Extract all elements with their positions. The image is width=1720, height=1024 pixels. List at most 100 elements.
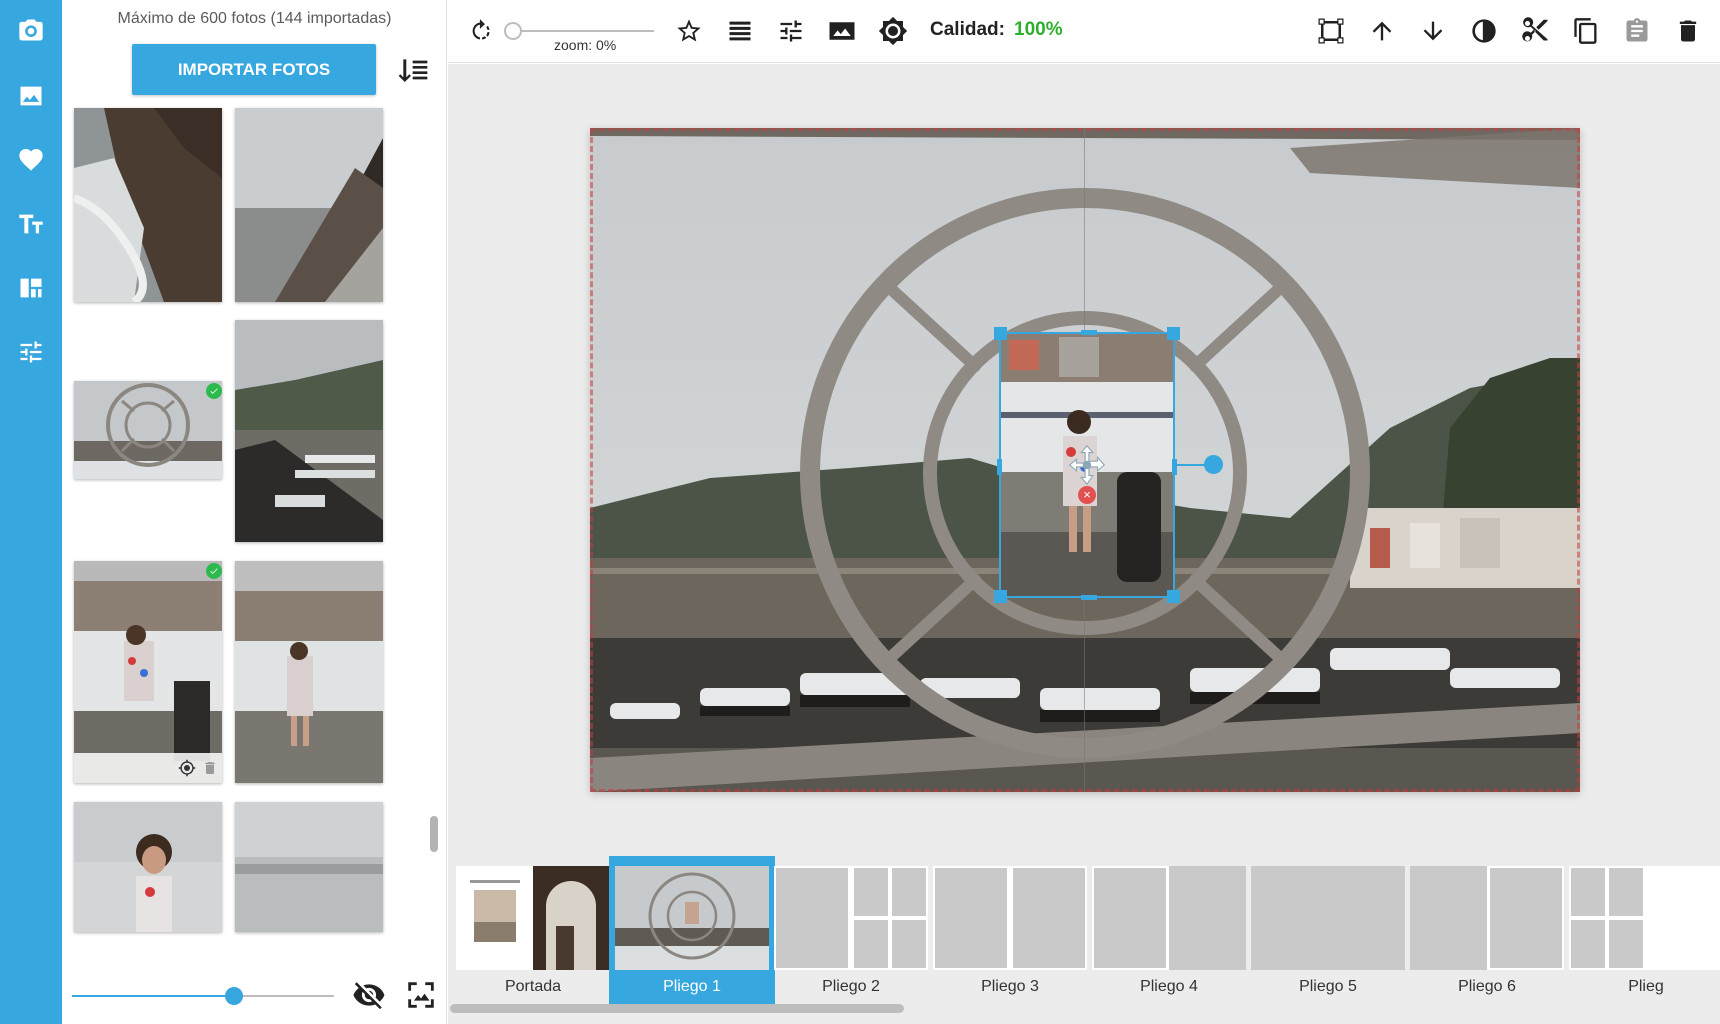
import-photos-button[interactable]: IMPORTAR FOTOS [132,44,376,95]
frame-icon [1318,18,1344,44]
canvas-workspace: × [448,64,1720,854]
rail-layouts-button[interactable] [0,258,62,318]
brightness-icon [878,16,908,46]
image-icon [829,22,855,40]
page-thumb-cover[interactable]: Portada [450,856,616,1004]
page-thumb-spread-5[interactable]: Pliego 5 [1245,856,1411,1004]
photo-thumbnail[interactable] [74,108,222,302]
page-preview [456,866,610,970]
page-label: Pliego 6 [1458,978,1516,995]
move-icon[interactable] [1064,442,1110,488]
star-outline-icon [677,19,701,42]
eye-off-icon[interactable] [352,978,386,1012]
trash-icon[interactable] [202,759,218,777]
rail-photos-button[interactable] [0,0,62,60]
copy-button[interactable] [1569,14,1603,48]
photo-thumbnail[interactable] [235,802,383,932]
copy-icon [1574,18,1597,44]
resize-handle-top[interactable] [1081,330,1097,335]
bring-forward-button[interactable] [1365,14,1399,48]
quality-value: 100% [1014,19,1063,40]
sliders-icon [780,20,802,42]
photo-thumbnail[interactable] [74,381,222,479]
rail-text-button[interactable] [0,194,62,254]
page-thumb-spread-3[interactable]: Pliego 3 [927,856,1093,1004]
page-label: Plieg [1628,978,1664,995]
used-check-icon [206,563,222,579]
rail-adjust-button[interactable] [0,322,62,382]
page-filmstrip: Portada Pliego 1 Pliego 2 Pliego 3 Plieg… [448,854,1720,1024]
page-label: Pliego 3 [981,978,1039,995]
page-thumb-spread-1[interactable]: Pliego 1 [609,856,775,1004]
brightness-button[interactable] [876,14,910,48]
remove-photo-badge[interactable]: × [1078,486,1096,504]
resize-handle-bottom-left[interactable] [994,590,1007,603]
photo-grid [62,106,432,960]
photo-thumbnail[interactable] [74,802,222,932]
slider-knob[interactable] [225,987,243,1005]
adjust-icon [20,341,42,363]
page-preview [615,866,769,970]
rotate-button[interactable] [464,14,498,48]
contrast-icon [1472,19,1496,43]
resize-handle-bottom[interactable] [1081,595,1097,600]
scissors-icon [1522,17,1548,42]
delete-button[interactable] [1671,14,1705,48]
align-button[interactable] [723,14,757,48]
background-button[interactable] [825,14,859,48]
resize-handle-left[interactable] [997,459,1002,475]
filters-button[interactable] [774,14,808,48]
page-label: Pliego 2 [822,978,880,995]
rail-backgrounds-button[interactable] [0,66,62,126]
page-label: Pliego 5 [1299,978,1357,995]
fit-frame-button[interactable] [1314,14,1348,48]
rotation-handle[interactable] [1204,455,1223,474]
image-icon [20,86,42,106]
resize-handle-bottom-right[interactable] [1167,590,1180,603]
slider-fill [72,995,234,997]
page-preview [1410,866,1564,970]
rail-favorites-button[interactable] [0,130,62,190]
camera-icon [19,19,43,41]
send-backward-button[interactable] [1416,14,1450,48]
page-thumb-spread-7[interactable]: Plieg [1563,856,1720,1004]
photo-thumbnail[interactable] [235,108,383,302]
favorite-button[interactable] [672,14,706,48]
sort-icon[interactable] [398,54,430,86]
paste-button[interactable] [1620,14,1654,48]
page-preview [1092,866,1246,970]
page-thumb-spread-4[interactable]: Pliego 4 [1086,856,1252,1004]
slider-track [504,30,654,32]
photo-thumbnail[interactable] [235,561,383,783]
page-thumb-spread-2[interactable]: Pliego 2 [768,856,934,1004]
scrollbar-thumb[interactable] [430,816,438,852]
locate-icon[interactable] [178,759,196,777]
filmstrip-scrollbar[interactable] [450,1004,904,1013]
rotate-icon [472,19,490,40]
layout-icon [20,278,42,298]
photo-grid-scrollbar[interactable] [427,106,439,960]
spread-canvas[interactable]: × [590,128,1580,792]
arrow-down-icon [1423,21,1443,41]
heart-icon [19,149,43,171]
photo-thumbnail[interactable] [235,320,383,542]
thumbnail-tools [74,753,222,783]
page-preview [1251,866,1405,970]
resize-handle-right[interactable] [1172,459,1177,475]
slider-knob[interactable] [504,22,522,40]
page-thumb-spread-6[interactable]: Pliego 6 [1404,856,1570,1004]
resize-handle-top-left[interactable] [994,327,1007,340]
cut-button[interactable] [1518,14,1552,48]
contrast-button[interactable] [1467,14,1501,48]
lines-icon [729,21,751,41]
page-label: Pliego 4 [1140,978,1198,995]
editor-toolbar: zoom: 0% Calidad: 100% [448,0,1720,63]
thumbnail-size-slider[interactable] [72,984,334,1008]
quality-label: Calidad: [930,19,1005,40]
zoom-label: zoom: 0% [554,37,617,53]
fit-image-icon[interactable] [404,978,438,1012]
tool-rail [0,0,62,1024]
resize-handle-top-right[interactable] [1167,327,1180,340]
arrow-up-icon [1372,21,1392,41]
photo-thumbnail[interactable] [74,561,222,783]
